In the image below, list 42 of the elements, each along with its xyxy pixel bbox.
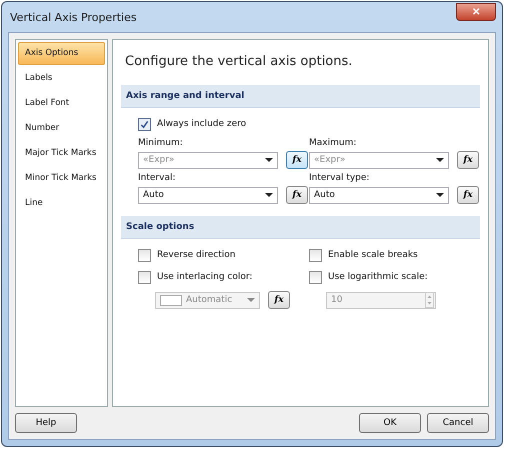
- expression-button[interactable]: fx: [457, 186, 479, 204]
- checkbox-label: Enable scale breaks: [328, 250, 418, 260]
- sidebar-item[interactable]: Major Tick Marks: [18, 142, 105, 165]
- sidebar-item[interactable]: Minor Tick Marks: [18, 167, 105, 190]
- caret-icon: [247, 298, 255, 302]
- checkbox-label: Use interlacing color:: [157, 272, 252, 282]
- section-header: Axis range and interval: [121, 85, 480, 108]
- page-heading: Configure the vertical axis options.: [125, 54, 354, 69]
- combo-box[interactable]: Auto: [309, 186, 449, 204]
- caret-icon: [265, 193, 273, 197]
- checkbox[interactable]: [138, 248, 151, 262]
- spinner-arrows-icon: [425, 292, 434, 308]
- expression-button[interactable]: fx: [457, 151, 479, 169]
- section-header: Scale options: [121, 216, 480, 239]
- checkbox-label: Use logarithmic scale:: [328, 272, 428, 282]
- cancel-button[interactable]: Cancel: [427, 413, 489, 433]
- expression-button[interactable]: fx: [286, 151, 308, 169]
- field-label: Interval type:: [309, 173, 370, 183]
- sidebar-item[interactable]: Labels: [18, 67, 105, 90]
- combo-box[interactable]: «Expr»: [309, 152, 449, 168]
- help-button[interactable]: Help: [15, 413, 77, 433]
- checkbox[interactable]: [309, 248, 322, 262]
- combo-box[interactable]: «Expr»: [138, 152, 278, 168]
- checkbox-label: Reverse direction: [157, 250, 236, 260]
- sidebar-item[interactable]: Number: [18, 117, 105, 140]
- caret-icon: [265, 158, 273, 162]
- combo-box[interactable]: Auto: [138, 186, 278, 204]
- field-label: Interval:: [138, 173, 176, 183]
- sidebar-item[interactable]: Axis Options: [18, 42, 105, 65]
- checkbox-label: Always include zero: [157, 119, 246, 129]
- checkbox[interactable]: [309, 270, 322, 284]
- ok-button[interactable]: OK: [359, 413, 421, 433]
- checkbox[interactable]: [138, 118, 151, 130]
- window-title: Vertical Axis Properties: [9, 10, 137, 24]
- caret-icon: [436, 158, 444, 162]
- sidebar-item[interactable]: Label Font: [18, 92, 105, 115]
- field-label: Minimum:: [138, 138, 184, 148]
- caret-icon: [436, 193, 444, 197]
- expression-button[interactable]: fx: [286, 186, 308, 204]
- checkbox[interactable]: [138, 270, 151, 284]
- sidebar-item[interactable]: Line: [18, 192, 105, 215]
- field-label: Maximum:: [309, 138, 358, 148]
